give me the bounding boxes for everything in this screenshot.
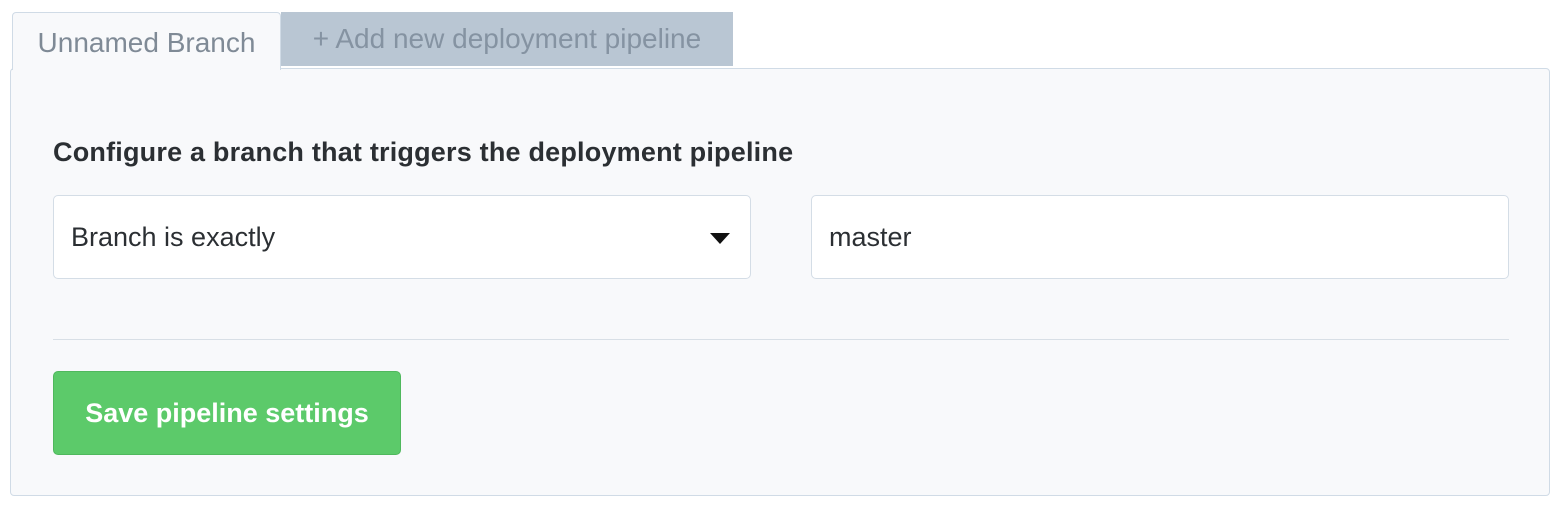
save-pipeline-settings-button[interactable]: Save pipeline settings bbox=[53, 371, 401, 455]
tab-add-deployment-pipeline[interactable]: + Add new deployment pipeline bbox=[281, 12, 733, 66]
branch-match-selected-value: Branch is exactly bbox=[71, 221, 276, 252]
divider bbox=[53, 339, 1509, 340]
branch-name-input[interactable] bbox=[811, 195, 1509, 279]
branch-match-select[interactable]: Branch is exactly bbox=[53, 195, 751, 279]
tab-add-deployment-pipeline-label: + Add new deployment pipeline bbox=[312, 23, 702, 54]
pipeline-tabs: Unnamed Branch + Add new deployment pipe… bbox=[12, 12, 733, 70]
tab-unnamed-branch[interactable]: Unnamed Branch bbox=[12, 12, 281, 70]
chevron-down-icon bbox=[710, 232, 730, 244]
tab-unnamed-branch-label: Unnamed Branch bbox=[37, 26, 256, 58]
panel-heading: Configure a branch that triggers the dep… bbox=[53, 137, 794, 167]
pipeline-settings-panel: Configure a branch that triggers the dep… bbox=[10, 68, 1550, 496]
